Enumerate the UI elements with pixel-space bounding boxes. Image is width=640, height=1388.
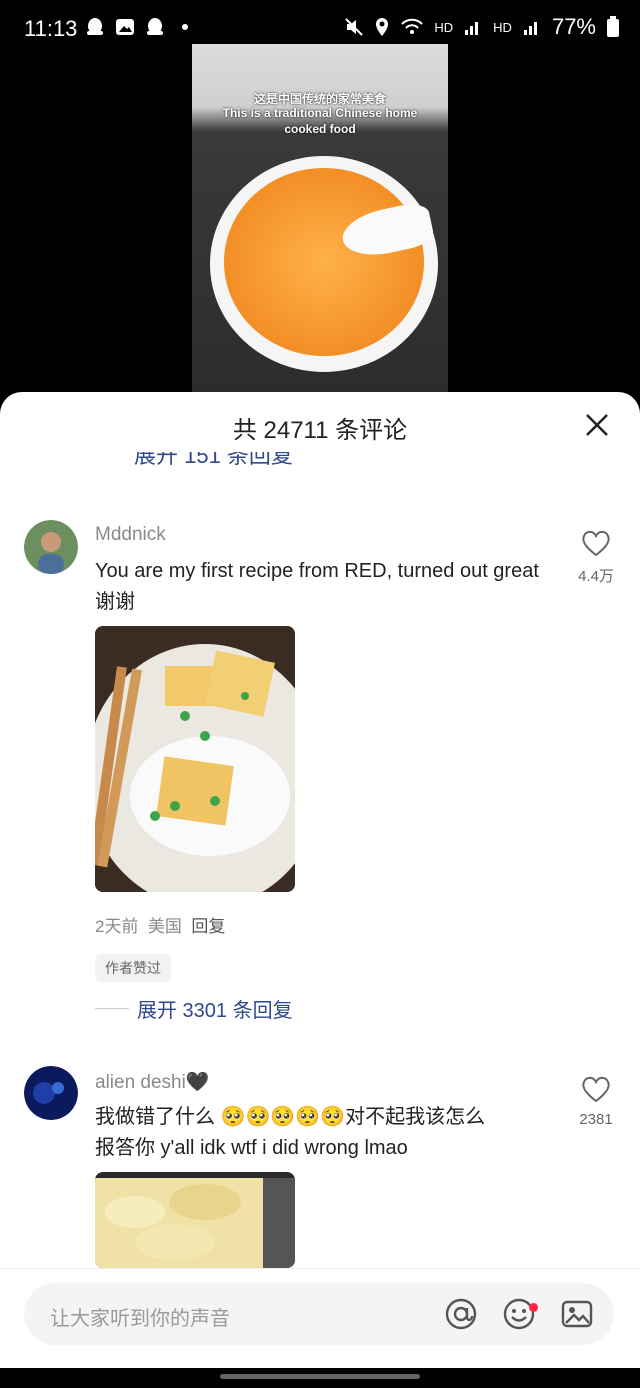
close-icon [586, 414, 608, 436]
comments-sheet: 共 24711 条评论 展开 151 条回复 Mddnick You are m… [0, 392, 640, 1388]
image-button[interactable] [560, 1297, 594, 1331]
like-count: 2381 [579, 1111, 613, 1128]
at-icon [445, 1298, 477, 1330]
signal-icon [465, 22, 479, 35]
comment-input[interactable]: 让大家听到你的声音 [24, 1283, 614, 1345]
expand-replies-label: 展开 3301 条回复 [137, 1000, 293, 1022]
heart-icon [582, 1076, 610, 1103]
comment-meta: 2天前 美国 回复 [95, 912, 225, 937]
dot-icon [182, 24, 188, 30]
avatar[interactable] [24, 1066, 78, 1120]
home-indicator[interactable] [220, 1374, 420, 1379]
emoji-icon [503, 1298, 535, 1330]
like-count: 4.4万 [578, 568, 614, 585]
qq-icon [87, 18, 103, 35]
comment-username[interactable]: Mddnick [95, 524, 166, 546]
close-button[interactable] [582, 412, 612, 442]
battery-text: 77% [551, 14, 596, 39]
expand-replies-partial[interactable]: 展开 151 条回复 [134, 452, 293, 466]
notification-dot [529, 1303, 538, 1312]
comment-text-line-1: 我做错了什么 🥺🥺🥺🥺🥺对不起我该怎么 [95, 1106, 486, 1128]
avatar[interactable] [24, 520, 78, 574]
like-button[interactable]: 4.4万 [576, 528, 616, 586]
comment-photo[interactable] [95, 626, 295, 892]
emoji-button[interactable] [502, 1297, 538, 1331]
like-button[interactable]: 2381 [576, 1074, 616, 1128]
comment-location: 美国 [147, 917, 182, 936]
reply-button[interactable]: 回复 [191, 917, 225, 936]
signal-icon-2 [523, 22, 537, 35]
network-label-2: HD [493, 19, 512, 35]
comment-text: 我做错了什么 🥺🥺🥺🥺🥺对不起我该怎么 报答你 y'all idk wtf i … [95, 1102, 555, 1164]
video-caption-en-1: This is a traditional Chinese home [222, 106, 418, 120]
comment-input-placeholder: 让大家听到你的声音 [50, 1308, 230, 1330]
status-time: 11:13 [24, 16, 78, 41]
expand-replies-button[interactable]: 展开 3301 条回复 [95, 994, 293, 1023]
video-caption-en-2: cooked food [284, 122, 356, 136]
comment-username[interactable]: alien deshi🖤 [95, 1070, 210, 1094]
mention-button[interactable] [444, 1297, 478, 1331]
comment-time: 2天前 [95, 917, 139, 936]
video-caption-cn: 这是中国传统的家常美食 [253, 92, 386, 106]
author-liked-badge: 作者赞过 [95, 954, 171, 982]
qq-icon-2 [147, 18, 163, 35]
location-icon [376, 18, 389, 36]
comment-input-bar: 让大家听到你的声音 [0, 1268, 640, 1369]
battery-icon [607, 16, 619, 37]
food-photo-image [95, 626, 295, 892]
network-label-1: HD [434, 19, 454, 35]
comments-title: 共 24711 条评论 [232, 417, 408, 444]
video-preview[interactable]: 这是中国传统的家常美食 This is a traditional Chines… [192, 44, 448, 394]
gallery-icon [116, 19, 134, 35]
gesture-bar [0, 1368, 640, 1388]
image-icon [561, 1300, 593, 1328]
mute-icon [345, 18, 364, 36]
comment-photo[interactable] [95, 1172, 295, 1268]
comment-text-line-2: 报答你 y'all idk wtf i did wrong lmao [95, 1137, 408, 1159]
heart-icon [582, 530, 610, 557]
status-right: HD HD 77% [344, 14, 620, 40]
wifi-icon [401, 18, 424, 34]
notification-icons [84, 16, 196, 38]
dish-image [210, 156, 438, 372]
divider [95, 1008, 129, 1009]
comment-text: You are my first recipe from RED, turned… [95, 560, 539, 613]
steamed-egg [224, 168, 424, 356]
food-photo-image [95, 1172, 295, 1268]
